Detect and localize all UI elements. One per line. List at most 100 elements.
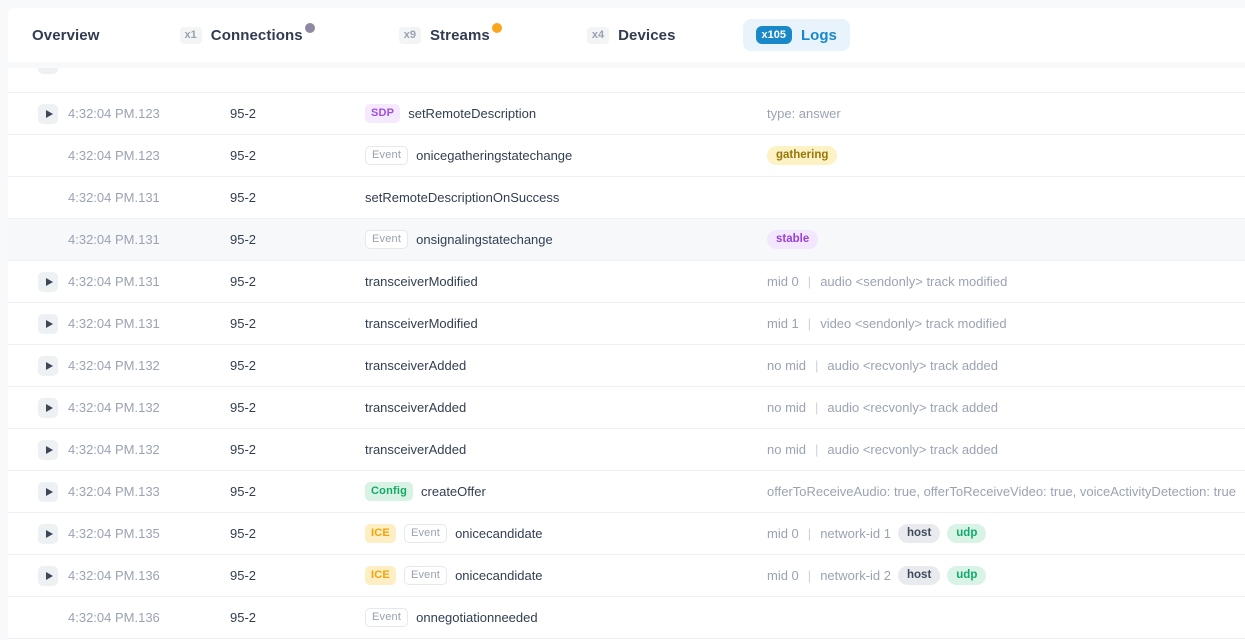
expand-row-button[interactable] (38, 356, 58, 376)
log-timestamp: 4:32:04 PM.133 (68, 484, 230, 499)
tab-connections[interactable]: x1 Connections (180, 27, 315, 44)
log-event: transceiverModified (365, 316, 767, 331)
log-event-name: onnegotiationneeded (416, 610, 537, 625)
tab-streams[interactable]: x9 Streams (399, 27, 502, 44)
log-event: Eventonicegatheringstatechange (365, 146, 767, 165)
streams-notification-dot-icon (492, 23, 502, 33)
expand-row-button[interactable] (38, 104, 58, 124)
play-icon (46, 530, 53, 538)
expand-row-button[interactable] (38, 524, 58, 544)
log-row[interactable]: 4:32:04 PM.136 95-2 ICEEventonicecandida… (8, 555, 1245, 597)
log-event: ICEEventonicecandidate (365, 524, 767, 543)
tab-devices-count-badge: x4 (587, 27, 609, 44)
log-event: ICEEventonicecandidate (365, 566, 767, 585)
log-status-badge: host (898, 566, 940, 586)
log-details: no mid|audio <recvonly> track added (767, 358, 1245, 373)
tab-connections-count-badge: x1 (180, 27, 202, 44)
tab-logs-label: Logs (801, 27, 837, 44)
log-detail-text: audio <sendonly> track modified (820, 274, 1007, 289)
log-detail-text: mid 0 (767, 568, 799, 583)
log-status-badge: udp (947, 524, 986, 544)
connections-notification-dot-icon (305, 23, 315, 33)
log-detail-text: video <sendonly> track modified (820, 316, 1006, 331)
expand-row-button[interactable] (38, 272, 58, 292)
log-row[interactable]: 4:32:04 PM.132 95-2 transceiverAdded no … (8, 387, 1245, 429)
play-icon (46, 446, 53, 454)
log-details: offerToReceiveAudio: true, offerToReceiv… (767, 484, 1245, 499)
log-timestamp: 4:32:04 PM.123 (68, 148, 230, 163)
log-row[interactable]: 4:32:04 PM.123 95-2 SDPsetRemoteDescript… (8, 93, 1245, 135)
log-timestamp: 4:32:04 PM.136 (68, 568, 230, 583)
log-timestamp: 4:32:04 PM.132 (68, 400, 230, 415)
play-icon (46, 278, 53, 286)
log-details: mid 0|network-id 2hostudp (767, 566, 1245, 586)
pipe-separator: | (806, 316, 813, 331)
expand-cell (38, 356, 68, 376)
tab-streams-label: Streams (430, 27, 490, 44)
log-detail-text: network-id 2 (820, 568, 891, 583)
expand-row-button[interactable] (38, 398, 58, 418)
expand-cell (38, 566, 68, 586)
log-row[interactable]: 4:32:04 PM.132 95-2 transceiverAdded no … (8, 429, 1245, 471)
expand-cell (38, 398, 68, 418)
log-connection-id: 95-2 (230, 232, 365, 247)
play-icon (46, 320, 53, 328)
pipe-separator: | (813, 400, 820, 415)
log-detail-text: type: answer (767, 106, 841, 121)
log-category-badge-ice: ICE (365, 524, 396, 543)
log-category-badge-config: Config (365, 482, 413, 501)
pipe-separator: | (813, 442, 820, 457)
log-row[interactable]: 4:32:04 PM.131 95-2 transceiverModified … (8, 261, 1245, 303)
expand-row-button[interactable] (38, 68, 58, 74)
tab-streams-count-badge: x9 (399, 27, 421, 44)
log-row[interactable]: 4:32:04 PM.136 95-2 Eventonnegotiationne… (8, 597, 1245, 639)
log-timestamp: 4:32:04 PM.132 (68, 358, 230, 373)
log-connection-id: 95-2 (230, 568, 365, 583)
expand-row-button[interactable] (38, 482, 58, 502)
log-row[interactable]: 4:32:04 PM.133 95-2 ConfigcreateOffer of… (8, 471, 1245, 513)
pipe-separator: | (806, 274, 813, 289)
log-event: transceiverAdded (365, 358, 767, 373)
tab-overview[interactable]: Overview (32, 27, 100, 44)
tab-devices[interactable]: x4 Devices (587, 27, 676, 44)
log-connection-id: 95-2 (230, 106, 365, 121)
expand-row-button[interactable] (38, 440, 58, 460)
log-row[interactable]: 4:32:04 PM.132 95-2 transceiverAdded no … (8, 345, 1245, 387)
pipe-separator: | (813, 358, 820, 373)
expand-cell (38, 482, 68, 502)
expand-cell (38, 272, 68, 292)
expand-cell (38, 104, 68, 124)
expand-row-button[interactable] (38, 314, 58, 334)
play-icon (46, 362, 53, 370)
log-row[interactable]: 4:32:04 PM.135 95-2 ICEEventonicecandida… (8, 513, 1245, 555)
log-details: type: answer (767, 106, 1245, 121)
log-event: ConfigcreateOffer (365, 482, 767, 501)
log-connection-id: 95-2 (230, 190, 365, 205)
tab-logs-selected[interactable]: x105 Logs (743, 19, 850, 51)
log-connection-id: 95-2 (230, 526, 365, 541)
log-connection-id: 95-2 (230, 484, 365, 499)
log-row[interactable]: 4:32:04 PM.131 95-2 setRemoteDescription… (8, 177, 1245, 219)
log-timestamp: 4:32:04 PM.132 (68, 442, 230, 457)
log-table: 4:32:04 PM.123 95-2 SDPsetRemoteDescript… (8, 68, 1245, 640)
expand-row-button[interactable] (38, 566, 58, 586)
log-status-badge: host (898, 524, 940, 544)
log-timestamp: 4:32:04 PM.131 (68, 232, 230, 247)
log-category-badge-event: Event (365, 608, 408, 627)
log-row[interactable]: 4:32:04 PM.131 95-2 Event onsignalingstat… (8, 219, 1245, 261)
log-detail-text: audio <recvonly> track added (827, 400, 998, 415)
log-details: no mid|audio <recvonly> track added (767, 400, 1245, 415)
log-category-badge-event: Event (365, 230, 408, 249)
log-event-name: onicecandidate (455, 526, 542, 541)
log-row[interactable]: 4:32:04 PM.123 95-2 Eventonicegatherings… (8, 135, 1245, 177)
log-detail-text: no mid (767, 358, 806, 373)
log-timestamp: 4:32:04 PM.136 (68, 610, 230, 625)
log-event: transceiverAdded (365, 442, 767, 457)
log-category-badge-event: Event (404, 566, 447, 585)
log-event: setRemoteDescriptionOnSuccess (365, 190, 767, 205)
log-event-name: transceiverAdded (365, 442, 466, 457)
log-detail-text: network-id 1 (820, 526, 891, 541)
partial-log-row (8, 68, 1245, 93)
log-event-name: onsignalingstatechange (416, 232, 553, 247)
log-row[interactable]: 4:32:04 PM.131 95-2 transceiverModified … (8, 303, 1245, 345)
